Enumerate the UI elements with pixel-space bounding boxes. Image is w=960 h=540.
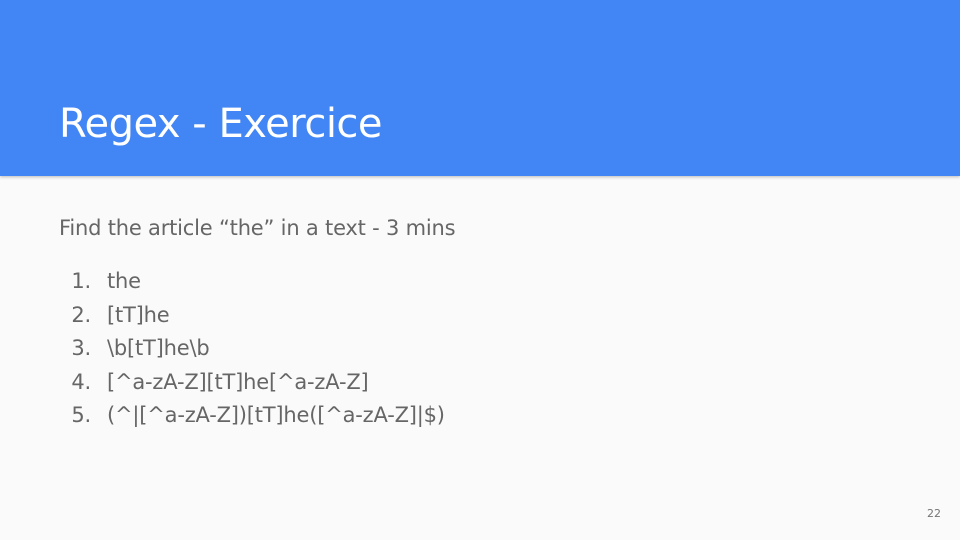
page-number: 22 — [927, 507, 941, 520]
list-item-number: 2. — [71, 302, 91, 327]
list-item-number: 3. — [71, 336, 91, 360]
slide-subtitle: Find the article “the” in a text - 3 min… — [59, 216, 456, 240]
list-item: 3. \b[tT]he\b — [59, 333, 445, 367]
exercise-list: 1. the 2. [tT]he 3. \b[tT]he\b 4. [^a-zA… — [59, 266, 445, 434]
slide: Regex - Exercice Find the article “the” … — [0, 0, 960, 540]
list-item-text: [^a-zA-Z][tT]he[^a-zA-Z] — [107, 369, 369, 394]
list-item-text: [tT]he — [107, 302, 170, 327]
list-item-text: \b[tT]he\b — [107, 336, 210, 360]
list-item: 4. [^a-zA-Z][tT]he[^a-zA-Z] — [59, 367, 445, 401]
list-item: 1. the — [59, 266, 445, 300]
list-item-number: 1. — [71, 269, 91, 293]
list-item-number: 5. — [71, 403, 91, 427]
list-item-number: 4. — [71, 369, 91, 394]
title-bar: Regex - Exercice — [0, 0, 960, 176]
list-item: 2. [tT]he — [59, 300, 445, 334]
list-item: 5. (^|[^a-zA-Z])[tT]he([^a-zA-Z]|$) — [59, 400, 445, 434]
list-item-text: the — [107, 269, 141, 293]
slide-title: Regex - Exercice — [59, 101, 383, 147]
list-item-text: (^|[^a-zA-Z])[tT]he([^a-zA-Z]|$) — [107, 403, 445, 427]
